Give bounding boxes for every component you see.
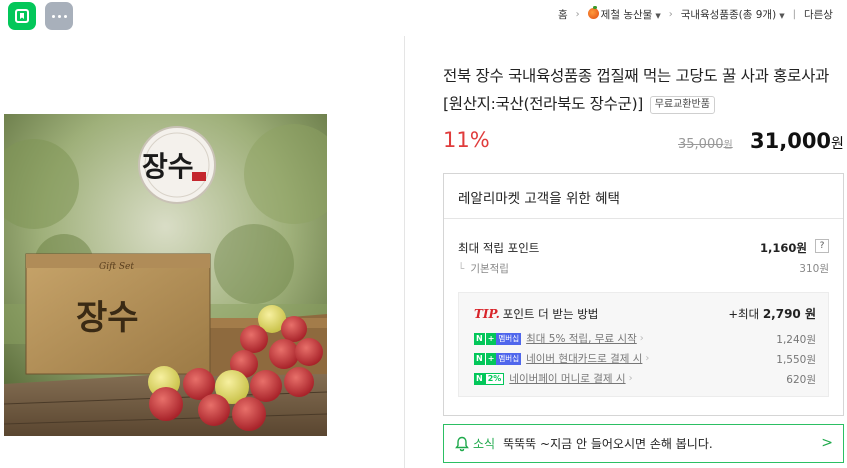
svg-text:Gift Set: Gift Set: [99, 262, 134, 272]
free-exchange-badge: 무료교환반품: [649, 96, 715, 114]
peach-icon: [587, 5, 599, 19]
news-bar[interactable]: 소식 뚝뚝뚝 ~지금 안 들어오시면 손해 봅니다. >: [443, 424, 844, 463]
benefit-title: 레알리마켓 고객을 위한 혜택: [458, 191, 620, 207]
caret-down-icon: ▼: [779, 11, 785, 20]
help-icon[interactable]: ?: [815, 239, 829, 253]
discount-rate: 11%: [443, 128, 490, 152]
breadcrumb-home[interactable]: 홈: [558, 7, 568, 22]
max-points-value: 1,160원: [760, 241, 807, 255]
product-image[interactable]: Gift Set 장수 장수: [4, 114, 327, 436]
tip-total: +최대 2,790 원: [728, 307, 816, 321]
chevron-right-icon: ›: [628, 373, 633, 384]
naverpay-badge: N 2%: [474, 372, 505, 385]
breadcrumb-category[interactable]: 제철 농산물 ▼: [587, 5, 661, 22]
other-products-link[interactable]: 다른상: [804, 7, 833, 22]
column-divider: [404, 36, 405, 468]
breadcrumb-separator-icon: |: [792, 8, 796, 20]
tip-heading: TIP. 포인트 더 받는 방법: [474, 307, 599, 321]
original-price: 35,000원: [678, 137, 733, 152]
bookmark-icon: [15, 9, 29, 23]
breadcrumb-separator-icon: ›: [575, 8, 580, 20]
sale-price: 31,000원: [750, 129, 844, 153]
news-label: 소식: [473, 437, 496, 451]
divider: [444, 218, 843, 219]
indent-icon: └: [458, 263, 465, 275]
more-dots-icon: [51, 14, 55, 18]
bookmark-app-button[interactable]: [8, 2, 36, 30]
breadcrumb-subcategory[interactable]: 국내육성품종(총 9개) ▼: [681, 7, 785, 22]
naver-plus-membership-badge: N + 멤버십: [474, 352, 522, 365]
benefit-panel: 레알리마켓 고객을 위한 혜택 최대 적립 포인트 1,160원 ? └ 기본적립…: [443, 173, 844, 416]
chevron-right-icon: ›: [639, 333, 644, 344]
chevron-right-icon[interactable]: >: [821, 435, 833, 451]
basic-points-row: └ 기본적립 310원: [458, 261, 829, 276]
tip-panel: TIP. 포인트 더 받는 방법 +최대 2,790 원 N + 멤버십 최대 5% …: [458, 292, 829, 397]
brand-logo-text: 장수: [142, 150, 194, 183]
tip-row-membership[interactable]: N + 멤버십 최대 5% 적립, 무료 시작 › 1,240원: [474, 331, 816, 346]
tip-row-hyundai-card[interactable]: N + 멤버십 네이버 현대카드로 결제 시 › 1,550원: [474, 351, 816, 366]
news-text: 뚝뚝뚝 ~지금 안 들어오시면 손해 봅니다.: [503, 437, 713, 451]
svg-text:장수: 장수: [76, 298, 139, 338]
max-points-row: 최대 적립 포인트 1,160원 ?: [458, 239, 829, 256]
product-title: 전북 장수 국내육성품종 껍질째 먹는 고당도 꿀 사과 홍로사과 [원산지:국…: [443, 67, 830, 114]
basic-points-value: 310원: [799, 263, 829, 275]
breadcrumb: 홈 › 제철 농산물 ▼ › 국내육성품종(총 9개) ▼ | 다른상: [404, 0, 847, 28]
chevron-right-icon: ›: [645, 353, 650, 364]
tip-row-naverpay-money[interactable]: N 2% 네이버페이 머니로 결제 시 › 620원: [474, 371, 816, 386]
breadcrumb-separator-icon: ›: [668, 8, 673, 20]
naver-plus-membership-badge: N + 멤버십: [474, 332, 522, 345]
basic-points-label: 기본적립: [470, 263, 509, 275]
caret-down-icon: ▼: [655, 11, 661, 20]
max-points-label: 최대 적립 포인트: [458, 241, 540, 255]
more-apps-button[interactable]: [45, 2, 73, 30]
bell-icon: [455, 436, 469, 451]
